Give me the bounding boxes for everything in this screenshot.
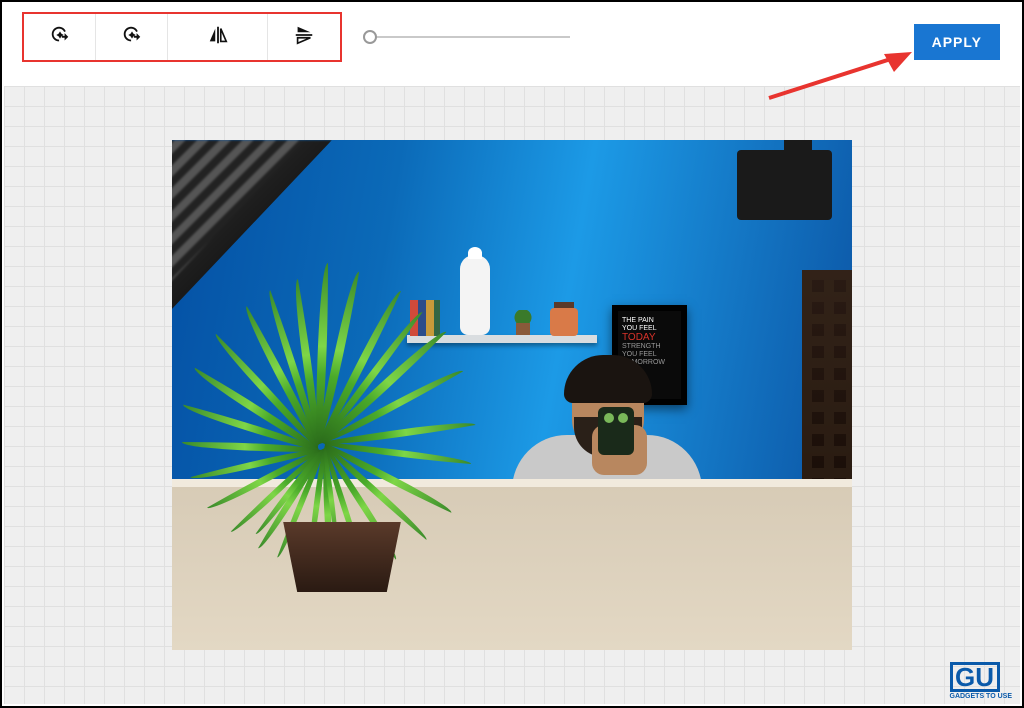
flip-horizontal-button[interactable] (168, 14, 268, 60)
rotate-right-icon (121, 24, 143, 51)
slider-thumb[interactable] (363, 30, 377, 44)
slider-track (370, 36, 570, 38)
watermark: GU GADGETS TO USE (950, 662, 1013, 700)
toolbar: APPLY (2, 2, 1022, 72)
rotate-left-button[interactable] (24, 14, 96, 60)
flip-vertical-icon (293, 24, 315, 51)
rotate-left-icon (49, 24, 71, 51)
canvas-area: THE PAIN YOU FEEL TODAY STRENGTH YOU FEE… (4, 86, 1020, 704)
apply-button[interactable]: APPLY (914, 24, 1000, 60)
rotation-slider[interactable] (370, 36, 570, 38)
rotate-flip-tool-group (22, 12, 342, 62)
flip-horizontal-icon (207, 24, 229, 51)
rotate-right-button[interactable] (96, 14, 168, 60)
flip-vertical-button[interactable] (268, 14, 340, 60)
image-preview[interactable]: THE PAIN YOU FEEL TODAY STRENGTH YOU FEE… (172, 140, 852, 650)
